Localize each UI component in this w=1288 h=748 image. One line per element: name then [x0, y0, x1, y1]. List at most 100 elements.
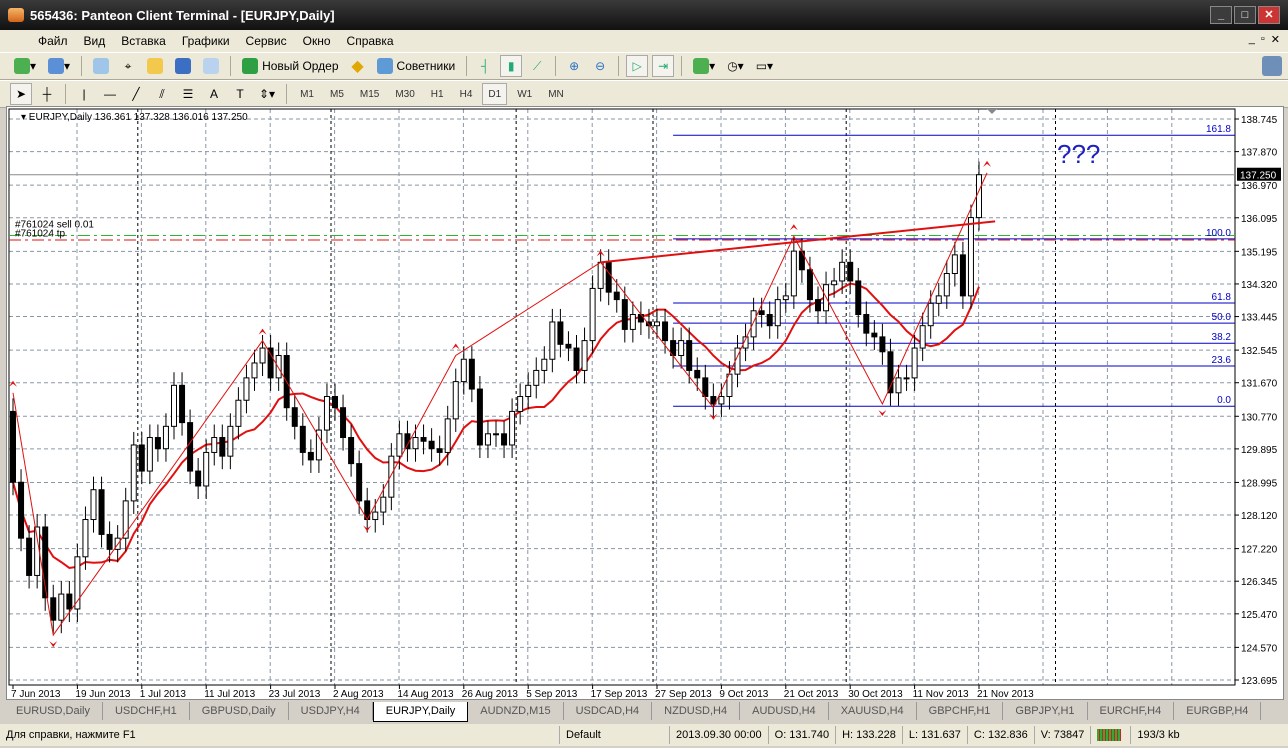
zoom-in-icon[interactable]: ⊕: [563, 55, 585, 77]
chart-tab[interactable]: NZDUSD,H4: [652, 702, 741, 720]
chart-tab[interactable]: AUDUSD,H4: [740, 702, 829, 720]
candle-bull: [259, 347, 266, 364]
candle-bull: [388, 455, 395, 498]
timeframe-m15[interactable]: M15: [354, 83, 385, 105]
fractal-up-arrow: [258, 328, 267, 335]
fractal-down-arrow: [49, 641, 58, 648]
candle-bear: [219, 437, 226, 457]
bar-chart-icon[interactable]: ┤: [474, 55, 496, 77]
timeframe-h1[interactable]: H1: [425, 83, 450, 105]
chart-tab[interactable]: AUDNZD,M15: [468, 702, 564, 720]
indicators-icon[interactable]: ▾: [689, 55, 719, 77]
line-chart-icon[interactable]: ⟋: [526, 55, 548, 77]
candle-bear: [267, 347, 274, 379]
chart-tabs: EURUSD,Daily USDCHF,H1 GBPUSD,Daily USDJPY,…: [4, 702, 1288, 722]
timeframe-mn[interactable]: MN: [542, 83, 570, 105]
new-chart-icon[interactable]: ▾: [10, 55, 40, 77]
chart-tab[interactable]: EURJPY,Daily: [372, 702, 469, 722]
equidistant-channel-icon[interactable]: ⫽: [151, 83, 173, 105]
candle-bear: [50, 597, 57, 621]
chart-tab[interactable]: GBPUSD,Daily: [190, 702, 289, 720]
vertical-line-icon[interactable]: |: [73, 83, 95, 105]
candlestick-chart-icon[interactable]: ▮: [500, 55, 523, 77]
candle-bear: [154, 437, 161, 450]
chart-shift-icon[interactable]: ⇥: [652, 55, 675, 77]
candle-bear: [476, 388, 483, 446]
timeframe-m5[interactable]: M5: [324, 83, 350, 105]
candle-bull: [211, 437, 218, 453]
templates-icon[interactable]: ▭▾: [752, 55, 777, 77]
x-tick-label: 19 Jun 2013: [75, 689, 130, 699]
periods-icon[interactable]: ◷▾: [723, 55, 748, 77]
notifications-icon[interactable]: [1262, 56, 1282, 76]
chart-shift-marker: [987, 109, 997, 114]
minimize-button[interactable]: _: [1210, 6, 1232, 24]
chart-window[interactable]: 138.745 137.870 136.970 136.095 135.195 134.3…: [6, 106, 1284, 700]
crosshair-tool-icon[interactable]: ┼: [36, 83, 58, 105]
mdi-restore-icon[interactable]: ▫: [1261, 33, 1265, 46]
chart-tab[interactable]: USDCHF,H1: [103, 702, 190, 720]
menu-insert[interactable]: Вставка: [113, 34, 174, 48]
menu-charts[interactable]: Графики: [174, 34, 238, 48]
timeframe-d1[interactable]: D1: [482, 83, 508, 105]
crosshair-icon[interactable]: ⌖: [117, 55, 139, 77]
strategy-tester-icon[interactable]: [199, 55, 223, 77]
candle-bull: [525, 384, 532, 398]
market-watch-icon[interactable]: [89, 55, 113, 77]
horizontal-line-icon[interactable]: —: [99, 83, 121, 105]
candle-bear: [307, 451, 314, 461]
new-order-button[interactable]: Новый Ордер: [238, 55, 342, 77]
candle-bull: [533, 369, 540, 386]
close-button[interactable]: ✕: [1258, 6, 1280, 24]
menu-file[interactable]: Файл: [30, 34, 76, 48]
timeframe-h4[interactable]: H4: [454, 83, 479, 105]
candle-bull: [412, 437, 419, 450]
menu-help[interactable]: Справка: [339, 34, 402, 48]
chart-tab[interactable]: EURUSD,Daily: [4, 702, 103, 720]
autotrading-warning-icon[interactable]: ◆: [347, 55, 369, 77]
mdi-minimize-icon[interactable]: _: [1249, 33, 1255, 46]
candle-bear: [847, 261, 854, 282]
x-tick-label: 5 Sep 2013: [526, 689, 578, 699]
timeframe-m30[interactable]: M30: [389, 83, 420, 105]
zoom-out-icon[interactable]: ⊖: [589, 55, 611, 77]
x-tick-label: 9 Oct 2013: [719, 689, 768, 699]
candle-bull: [162, 425, 169, 450]
profiles-icon[interactable]: ▾: [44, 55, 74, 77]
experts-button[interactable]: Советники: [373, 55, 460, 77]
x-tick-label: 27 Sep 2013: [655, 689, 712, 699]
maximize-button[interactable]: □: [1234, 6, 1256, 24]
candle-bull: [251, 362, 258, 379]
candle-bull: [678, 340, 685, 357]
arrows-icon[interactable]: ⇕▾: [255, 83, 279, 105]
chart-tab[interactable]: EURCHF,H4: [1088, 702, 1175, 720]
chart-tab[interactable]: USDCAD,H4: [564, 702, 653, 720]
chart-tab[interactable]: XAUUSD,H4: [829, 702, 917, 720]
mdi-close-icon[interactable]: ✕: [1271, 33, 1280, 46]
y-tick-label: 129.895: [1241, 445, 1278, 456]
y-tick-label: 128.995: [1241, 478, 1278, 489]
text-label-icon[interactable]: T: [229, 83, 251, 105]
text-icon[interactable]: A: [203, 83, 225, 105]
chart-tab[interactable]: GBPCHF,H1: [917, 702, 1004, 720]
navigator-icon[interactable]: [143, 55, 167, 77]
y-tick-label: 127.220: [1241, 545, 1278, 556]
menu-tools[interactable]: Сервис: [238, 34, 295, 48]
price-chart[interactable]: 138.745 137.870 136.970 136.095 135.195 134.3…: [7, 107, 1283, 699]
trendline-icon[interactable]: ╱: [125, 83, 147, 105]
cursor-icon[interactable]: ➤: [10, 83, 32, 105]
menu-window[interactable]: Окно: [295, 34, 339, 48]
fibonacci-icon[interactable]: ☰: [177, 83, 199, 105]
timeframe-m1[interactable]: M1: [294, 83, 320, 105]
candle-bull: [82, 519, 89, 558]
candle-bull: [380, 496, 387, 513]
status-volume: V: 73847: [1035, 726, 1092, 744]
chart-tab[interactable]: EURGBP,H4: [1174, 702, 1262, 720]
chart-tab[interactable]: USDJPY,H4: [289, 702, 373, 720]
menu-view[interactable]: Вид: [76, 34, 114, 48]
terminal-icon[interactable]: [171, 55, 195, 77]
timeframe-w1[interactable]: W1: [511, 83, 538, 105]
question-annotation: ???: [1057, 139, 1100, 169]
chart-tab[interactable]: GBPJPY,H1: [1003, 702, 1088, 720]
auto-scroll-icon[interactable]: ▷: [626, 55, 649, 77]
